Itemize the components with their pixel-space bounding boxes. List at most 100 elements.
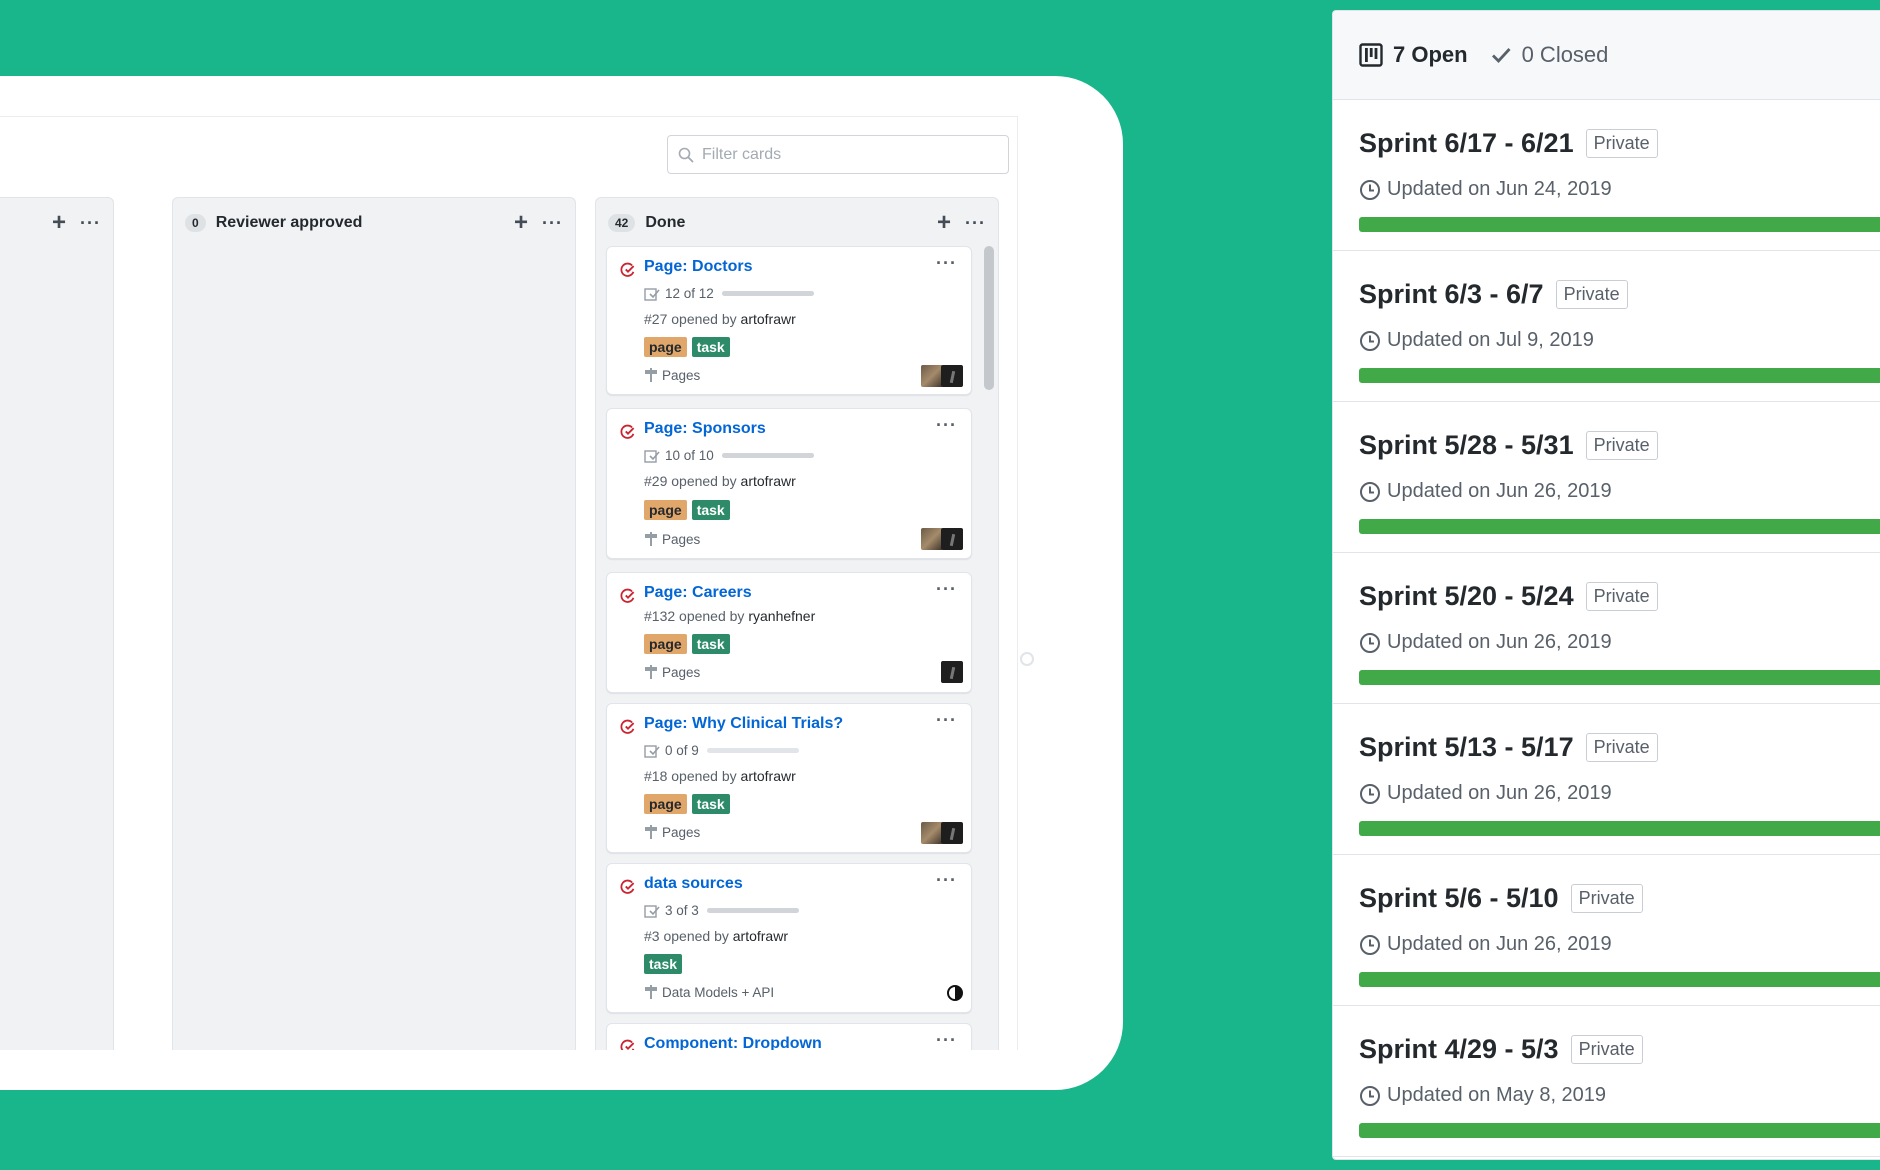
- milestone-icon: [645, 368, 657, 382]
- avatar[interactable]: [921, 822, 943, 844]
- clock-icon: [1360, 1085, 1380, 1106]
- column-menu-button[interactable]: ···: [80, 214, 101, 232]
- projects-panel: 7 Open 0 Closed Sprint 6/17 - 6/21 Privat…: [1332, 10, 1880, 1160]
- avatar[interactable]: [941, 528, 963, 550]
- label-page[interactable]: page: [644, 634, 687, 654]
- issue-card[interactable]: Page: Doctors ··· 12 of 12 #27 opened by…: [606, 246, 972, 395]
- column-menu-button[interactable]: ···: [965, 214, 986, 232]
- milestone[interactable]: Pages: [644, 664, 700, 680]
- add-card-button[interactable]: +: [514, 211, 528, 235]
- card-menu-button[interactable]: ···: [936, 1030, 957, 1050]
- issue-card[interactable]: Page: Careers ··· #132 opened by ryanhef…: [606, 572, 972, 693]
- closed-projects-tab[interactable]: 0 Closed: [1490, 42, 1608, 68]
- label-task[interactable]: task: [691, 634, 730, 654]
- scrollbar-thumb[interactable]: [984, 246, 994, 390]
- avatar[interactable]: [941, 365, 963, 387]
- sprint-progress-bar: [1359, 368, 1880, 383]
- clock-icon: [1360, 783, 1380, 804]
- issue-closed-icon: [620, 424, 635, 439]
- issue-closed-icon: [620, 719, 635, 734]
- sprint-name-link[interactable]: Sprint 5/28 - 5/31: [1359, 430, 1574, 461]
- card-title-link[interactable]: Page: Careers: [644, 584, 752, 602]
- project-board: + ··· 0 Reviewer approved + ··· 42 Done: [0, 116, 1018, 1050]
- sprint-project-row[interactable]: Sprint 6/3 - 6/7 Private Updated on Jul 9,…: [1333, 251, 1880, 402]
- add-card-button[interactable]: +: [52, 211, 66, 235]
- column-count-badge: 0: [185, 214, 206, 232]
- author-link[interactable]: artofrawr: [733, 928, 788, 944]
- author-link[interactable]: artofrawr: [741, 473, 796, 489]
- label-task[interactable]: task: [691, 500, 730, 520]
- card-menu-button[interactable]: ···: [936, 870, 957, 891]
- column-scrollbar[interactable]: [984, 246, 994, 1050]
- sprint-name-link[interactable]: Sprint 5/6 - 5/10: [1359, 883, 1559, 914]
- milestone[interactable]: Pages: [644, 531, 700, 547]
- issue-card[interactable]: Page: Why Clinical Trials? ··· 0 of 9 #1…: [606, 703, 972, 853]
- card-menu-button[interactable]: ···: [936, 710, 957, 731]
- filter-cards-field[interactable]: [667, 135, 1009, 174]
- author-link[interactable]: ryanhefner: [748, 608, 815, 624]
- sprint-name-link[interactable]: Sprint 6/3 - 6/7: [1359, 279, 1544, 310]
- sprint-project-row[interactable]: Sprint 5/20 - 5/24 Private Updated on Jun …: [1333, 553, 1880, 704]
- sprint-name-link[interactable]: Sprint 5/13 - 5/17: [1359, 732, 1574, 763]
- card-title-link[interactable]: Page: Doctors: [644, 258, 752, 276]
- avatar[interactable]: [947, 985, 963, 1001]
- avatar[interactable]: [941, 661, 963, 683]
- check-icon: [1491, 48, 1511, 64]
- sprint-project-row[interactable]: Sprint 5/28 - 5/31 Private Updated on Jun …: [1333, 402, 1880, 553]
- sprint-project-row[interactable]: Sprint 5/6 - 5/10 Private Updated on Jun 2…: [1333, 855, 1880, 1006]
- milestone[interactable]: Pages: [644, 367, 700, 383]
- author-link[interactable]: artofrawr: [741, 311, 796, 327]
- column-menu-button[interactable]: ···: [542, 214, 563, 232]
- milestone[interactable]: Pages: [644, 824, 700, 840]
- card-menu-button[interactable]: ···: [936, 579, 957, 600]
- avatar[interactable]: [921, 528, 943, 550]
- updated-date-text: Updated on Jun 26, 2019: [1387, 782, 1612, 804]
- private-badge: Private: [1585, 582, 1658, 611]
- card-menu-button[interactable]: ···: [936, 415, 957, 436]
- sprint-progress-bar: [1359, 217, 1880, 232]
- issue-card[interactable]: Page: Sponsors ··· 10 of 10 #29 opened b…: [606, 408, 972, 559]
- checklist-icon: [644, 904, 660, 918]
- label-page[interactable]: page: [644, 337, 687, 357]
- label-page[interactable]: page: [644, 500, 687, 520]
- sprint-name-link[interactable]: Sprint 6/17 - 6/21: [1359, 128, 1574, 159]
- checklist-icon: [644, 744, 660, 758]
- task-progress-text: 3 of 3: [665, 903, 699, 918]
- label-task[interactable]: task: [691, 337, 730, 357]
- sprint-name-link[interactable]: Sprint 5/20 - 5/24: [1359, 581, 1574, 612]
- assignee-avatars: [921, 528, 963, 550]
- milestone[interactable]: Data Models + API: [644, 984, 774, 1000]
- card-title-link[interactable]: data sources: [644, 875, 743, 893]
- issue-number-text: #18 opened by: [644, 768, 741, 784]
- sprint-project-row[interactable]: Sprint 4/29 - 5/3 Private Updated on May 8…: [1333, 1006, 1880, 1157]
- issue-meta: #18 opened by artofrawr: [644, 768, 796, 784]
- open-projects-tab[interactable]: 7 Open: [1359, 42, 1468, 68]
- label-task[interactable]: task: [644, 954, 683, 974]
- filter-cards-input[interactable]: [702, 145, 992, 164]
- issue-number-text: #29 opened by: [644, 473, 741, 489]
- avatar[interactable]: [921, 365, 943, 387]
- sprint-progress-bar: [1359, 519, 1880, 534]
- card-title-link[interactable]: Component: Dropdown: [644, 1035, 822, 1050]
- add-card-button[interactable]: +: [937, 211, 951, 235]
- label-page[interactable]: page: [644, 794, 687, 814]
- sprint-progress-bar: [1359, 670, 1880, 685]
- sprint-project-row[interactable]: Sprint 6/17 - 6/21 Private Updated on Jun …: [1333, 100, 1880, 251]
- issue-card[interactable]: Component: Dropdown ···: [606, 1023, 972, 1050]
- label-task[interactable]: task: [691, 794, 730, 814]
- card-menu-button[interactable]: ···: [936, 253, 957, 274]
- board-column-reviewer-approved: 0 Reviewer approved + ···: [172, 197, 576, 1050]
- clock-icon: [1360, 934, 1380, 955]
- issue-card[interactable]: data sources ··· 3 of 3 #3 opened by art…: [606, 863, 972, 1013]
- sprint-progress-bar: [1359, 972, 1880, 987]
- sprint-name-link[interactable]: Sprint 4/29 - 5/3: [1359, 1034, 1559, 1065]
- sprint-project-row[interactable]: Sprint 5/13 - 5/17 Private Updated on Jun …: [1333, 704, 1880, 855]
- milestone-name: Pages: [662, 664, 701, 680]
- milestone-name: Pages: [662, 531, 701, 547]
- card-title-link[interactable]: Page: Sponsors: [644, 420, 766, 438]
- sprint-title-row: Sprint 5/6 - 5/10 Private: [1359, 883, 1643, 914]
- card-title-link[interactable]: Page: Why Clinical Trials?: [644, 715, 843, 733]
- avatar[interactable]: [941, 822, 963, 844]
- issue-number-text: #132 opened by: [644, 608, 749, 624]
- author-link[interactable]: artofrawr: [741, 768, 796, 784]
